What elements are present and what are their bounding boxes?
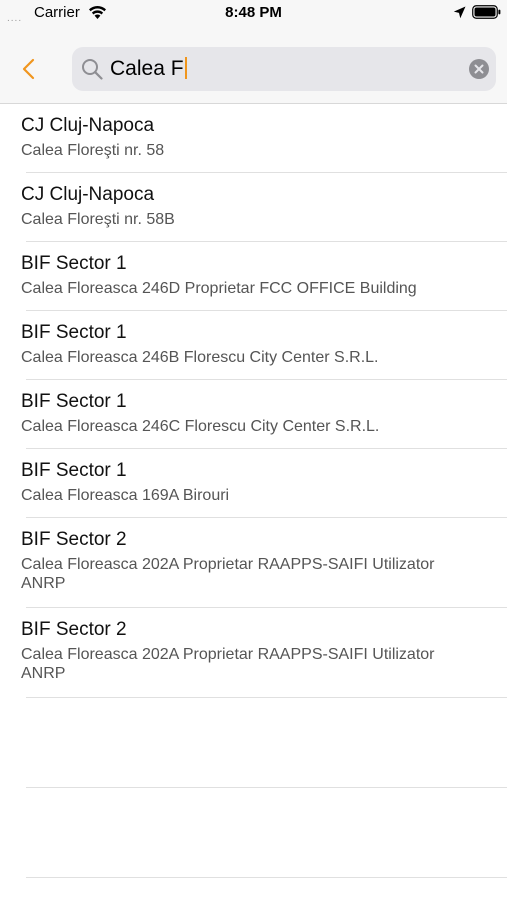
item-title: BIF Sector 2 [21, 529, 127, 550]
item-title: BIF Sector 2 [21, 619, 127, 640]
item-title: BIF Sector 1 [21, 391, 127, 412]
status-bar: .... Carrier 8:48 PM [0, 0, 507, 28]
list-item[interactable]: BIF Sector 1 Calea Floreasca 246B Flores… [0, 311, 507, 380]
status-time: 8:48 PM [225, 4, 282, 21]
item-subtitle: Calea Floreasca 246C Florescu City Cente… [21, 418, 380, 435]
item-title: CJ Cluj-Napoca [21, 184, 155, 205]
item-subtitle: Calea Floreasca 202A Proprietar RAAPPS-S… [21, 556, 435, 592]
results-list: CJ Cluj-Napoca Calea Floreşti nr. 58 CJ … [0, 104, 507, 878]
text-caret [184, 57, 187, 79]
search-input-text[interactable]: Calea F [110, 57, 187, 81]
header: .... Carrier 8:48 PM Calea F [0, 0, 507, 104]
search-input[interactable]: Calea F [72, 47, 496, 91]
location-arrow-icon [453, 6, 466, 19]
item-title: BIF Sector 1 [21, 253, 127, 274]
chevron-left-icon [22, 58, 35, 80]
item-subtitle: Calea Floreasca 202A Proprietar RAAPPS-S… [21, 646, 435, 682]
item-subtitle: Calea Floreasca 246D Proprietar FCC OFFI… [21, 280, 417, 297]
list-item[interactable]: BIF Sector 2 Calea Floreasca 202A Propri… [0, 518, 507, 608]
item-title: CJ Cluj-Napoca [21, 115, 155, 136]
item-title: BIF Sector 1 [21, 322, 127, 343]
screen: .... Carrier 8:48 PM Calea F CJ Cluj-Nap… [0, 0, 507, 900]
item-subtitle: Calea Floreşti nr. 58 [21, 142, 165, 159]
item-subtitle: Calea Floreşti nr. 58B [21, 211, 175, 228]
item-subtitle: Calea Floreasca 246B Florescu City Cente… [21, 349, 379, 366]
battery-full-icon [472, 5, 501, 19]
list-item[interactable]: BIF Sector 1 Calea Floreasca 246D Propri… [0, 242, 507, 311]
clear-circle-icon[interactable] [469, 59, 489, 79]
list-item[interactable]: BIF Sector 1 Calea Floreasca 169A Birour… [0, 449, 507, 518]
list-item[interactable]: CJ Cluj-Napoca Calea Floreşti nr. 58 [0, 104, 507, 173]
list-item[interactable]: BIF Sector 1 Calea Floreasca 246C Flores… [0, 380, 507, 449]
list-item[interactable]: CJ Cluj-Napoca Calea Floreşti nr. 58B [0, 173, 507, 242]
item-subtitle: Calea Floreasca 169A Birouri [21, 487, 230, 504]
item-title: BIF Sector 1 [21, 460, 127, 481]
list-item[interactable]: BIF Sector 2 Calea Floreasca 202A Propri… [0, 608, 507, 698]
back-button[interactable] [14, 54, 44, 84]
empty-list-row [0, 698, 507, 788]
magnifier-icon [82, 59, 103, 80]
search-value: Calea F [110, 57, 184, 80]
empty-list-row [0, 788, 507, 878]
